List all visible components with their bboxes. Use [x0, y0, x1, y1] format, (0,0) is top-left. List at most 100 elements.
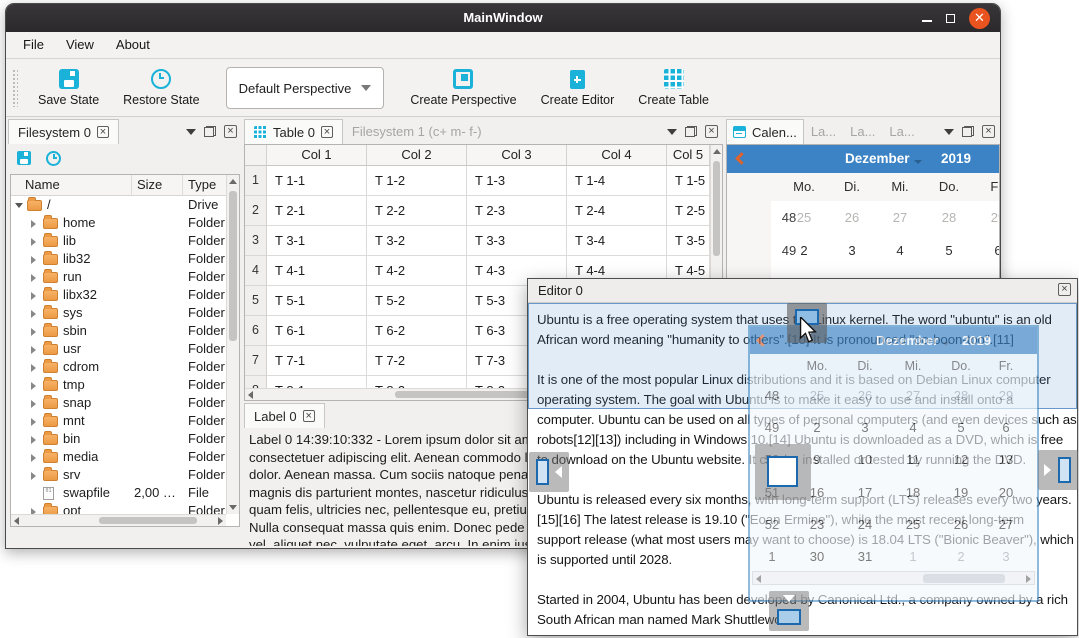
expander-icon[interactable] — [31, 256, 36, 264]
expander-icon[interactable] — [31, 400, 36, 408]
scroll-left-icon[interactable] — [248, 391, 253, 399]
dock-indicator-bottom[interactable] — [769, 591, 809, 631]
expander-icon[interactable] — [31, 310, 36, 318]
row-number-cell[interactable]: 3 — [245, 226, 267, 256]
row-number-cell[interactable]: 8 — [245, 376, 267, 388]
expander-icon[interactable] — [31, 418, 36, 426]
table-cell[interactable]: T 3-5 — [667, 226, 710, 256]
table-cell[interactable]: T 8-2 — [367, 376, 467, 388]
editor-close-icon[interactable] — [1058, 283, 1071, 296]
minimize-button[interactable] — [922, 20, 932, 22]
expander-icon[interactable] — [31, 436, 36, 444]
toolbar-grip[interactable] — [12, 69, 18, 107]
scrollbar-thumb[interactable] — [99, 517, 197, 524]
expander-icon[interactable] — [31, 454, 36, 462]
tree-vertical-scrollbar[interactable] — [226, 175, 239, 514]
expander-icon[interactable] — [31, 382, 36, 390]
tree-row[interactable]: cdromFolder — [11, 358, 226, 376]
table-column-header[interactable]: Col 1 — [267, 145, 367, 166]
save-state-button[interactable]: Save State — [26, 65, 111, 111]
table-cell[interactable]: T 3-3 — [467, 226, 567, 256]
panel-close-icon[interactable] — [982, 125, 995, 138]
table-cell[interactable]: T 7-2 — [367, 346, 467, 376]
tab-close-icon[interactable] — [97, 126, 109, 138]
calendar-day[interactable]: 27 — [882, 201, 918, 234]
tab-menu-icon[interactable] — [186, 129, 196, 135]
menu-view[interactable]: View — [55, 32, 105, 58]
calendar-day[interactable]: 6 — [980, 234, 1000, 267]
tree-row[interactable]: /Drive — [11, 196, 226, 214]
panel-close-icon[interactable] — [224, 125, 237, 138]
previous-month-icon[interactable] — [735, 152, 748, 165]
expander-icon[interactable] — [31, 364, 36, 372]
tree-row[interactable]: homeFolder — [11, 214, 226, 232]
scrollbar-thumb[interactable] — [713, 161, 720, 256]
create-table-button[interactable]: Create Table — [626, 65, 721, 111]
table-cell[interactable]: T 1-1 — [267, 166, 367, 196]
table-corner-cell[interactable] — [245, 145, 267, 166]
table-cell[interactable]: T 7-1 — [267, 346, 367, 376]
calendar-day[interactable]: 28 — [931, 201, 967, 234]
scroll-up-icon[interactable] — [229, 179, 237, 184]
tree-row[interactable]: optFolder — [11, 502, 226, 514]
scroll-left-icon[interactable] — [14, 517, 19, 525]
tree-row[interactable]: libx32Folder — [11, 286, 226, 304]
create-editor-button[interactable]: Create Editor — [529, 66, 627, 111]
table-cell[interactable]: T 8-1 — [267, 376, 367, 388]
panel-close-icon[interactable] — [705, 125, 718, 138]
tree-row[interactable]: libFolder — [11, 232, 226, 250]
tree-row[interactable]: 01swapfile2,00 …File — [11, 484, 226, 502]
float-icon[interactable] — [962, 126, 974, 137]
row-number-cell[interactable]: 4 — [245, 256, 267, 286]
table-cell[interactable]: T 2-1 — [267, 196, 367, 226]
tree-row[interactable]: binFolder — [11, 430, 226, 448]
table-column-header[interactable]: Col 5 — [667, 145, 710, 166]
row-number-cell[interactable]: 6 — [245, 316, 267, 346]
scrollbar-thumb[interactable] — [229, 191, 237, 341]
menu-file[interactable]: File — [12, 32, 55, 58]
table-cell[interactable]: T 3-2 — [367, 226, 467, 256]
expander-icon[interactable] — [31, 220, 36, 228]
calendar-day[interactable]: 25 — [786, 201, 822, 234]
tab-table-0[interactable]: Table 0 — [244, 119, 343, 144]
tree-column-header[interactable]: Name — [11, 175, 132, 196]
calendar-day[interactable]: 3 — [834, 234, 870, 267]
tab-filesystem-0[interactable]: Filesystem 0 — [8, 119, 119, 144]
editor-titlebar[interactable]: Editor 0 — [528, 279, 1077, 303]
tab-label-2[interactable]: La... — [843, 119, 882, 144]
table-cell[interactable]: T 6-1 — [267, 316, 367, 346]
table-cell[interactable]: T 6-2 — [367, 316, 467, 346]
table-cell[interactable]: T 1-2 — [367, 166, 467, 196]
year-button[interactable]: 2019 — [941, 151, 971, 166]
tree-column-header[interactable]: Type — [183, 175, 226, 196]
tab-close-icon[interactable] — [321, 126, 333, 138]
calendar-day[interactable]: 26 — [834, 201, 870, 234]
create-perspective-button[interactable]: Create Perspective — [398, 65, 528, 111]
expander-icon[interactable] — [31, 472, 36, 480]
table-cell[interactable]: T 3-1 — [267, 226, 367, 256]
table-cell[interactable]: T 2-5 — [667, 196, 710, 226]
expander-icon[interactable] — [31, 346, 36, 354]
float-icon[interactable] — [204, 126, 216, 137]
perspective-dropdown[interactable]: Default Perspective — [226, 67, 385, 109]
tree-horizontal-scrollbar[interactable] — [11, 514, 226, 526]
table-cell[interactable]: T 2-4 — [567, 196, 667, 226]
tab-menu-icon[interactable] — [944, 129, 954, 135]
table-cell[interactable]: T 4-1 — [267, 256, 367, 286]
scroll-down-icon[interactable] — [229, 505, 237, 510]
table-cell[interactable]: T 2-3 — [467, 196, 567, 226]
expander-icon[interactable] — [31, 328, 36, 336]
save-icon[interactable] — [17, 151, 31, 165]
expander-icon[interactable] — [31, 238, 36, 246]
tab-calendar[interactable]: Calen... — [726, 119, 804, 144]
tree-row[interactable]: srvFolder — [11, 466, 226, 484]
restore-state-button[interactable]: Restore State — [111, 65, 211, 111]
table-cell[interactable]: T 1-5 — [667, 166, 710, 196]
table-cell[interactable]: T 1-4 — [567, 166, 667, 196]
tree-row[interactable]: tmpFolder — [11, 376, 226, 394]
table-cell[interactable]: T 4-2 — [367, 256, 467, 286]
titlebar[interactable]: MainWindow ✕ — [6, 4, 1000, 32]
table-column-header[interactable]: Col 4 — [567, 145, 667, 166]
row-number-cell[interactable]: 2 — [245, 196, 267, 226]
tab-close-icon[interactable] — [303, 410, 315, 422]
